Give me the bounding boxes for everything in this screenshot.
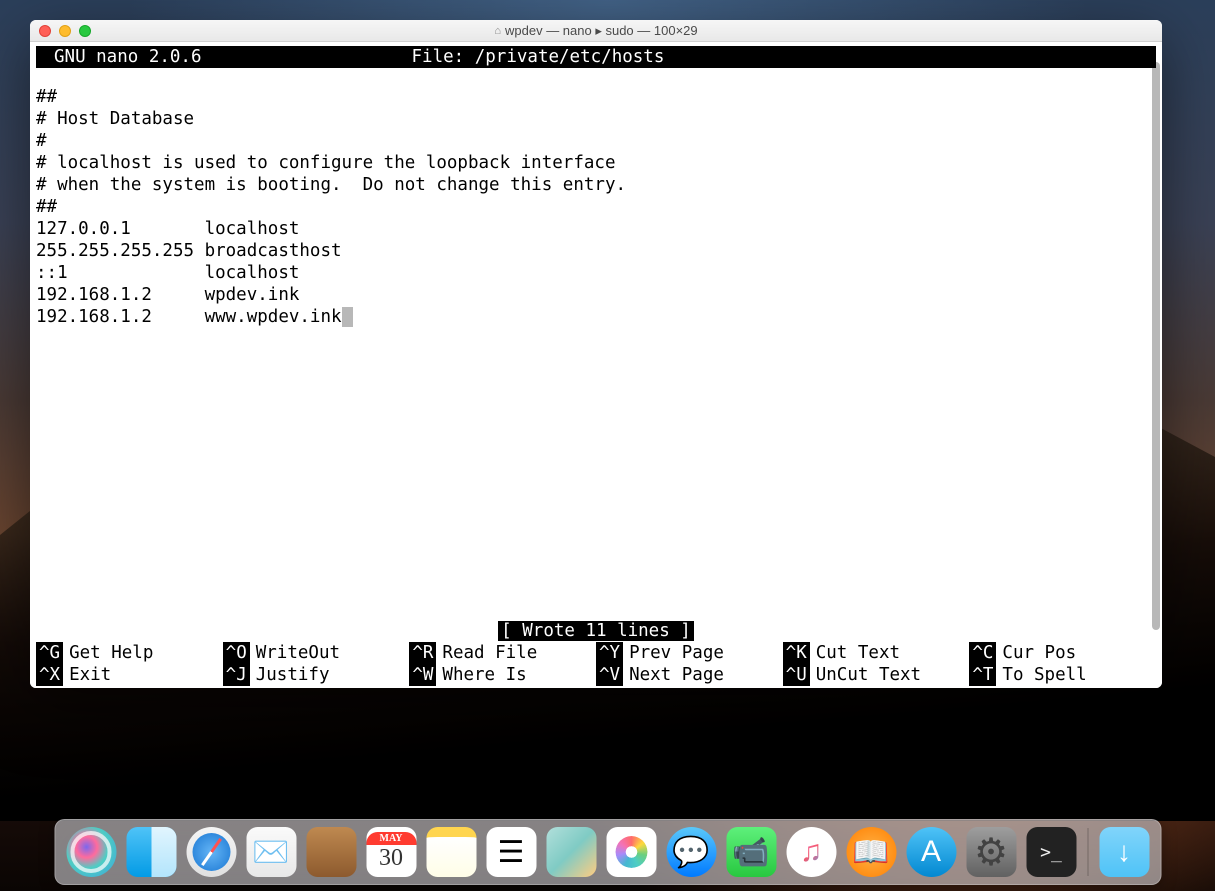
shortcut-uncut-text: ^UUnCut Text [783,664,970,686]
shortcut-where-is: ^WWhere Is [409,664,596,686]
dock-downloads[interactable] [1096,824,1152,880]
shortcut-prev-page: ^YPrev Page [596,642,783,664]
dock-safari[interactable] [183,824,239,880]
text-cursor [342,307,353,327]
window-title-text: wpdev — nano ▸ sudo — 100×29 [505,23,698,39]
shortcut-next-page: ^VNext Page [596,664,783,686]
file-line: ## [36,197,57,217]
nano-shortcuts-row2: ^XExit ^JJustify ^WWhere Is ^VNext Page … [36,664,1156,686]
file-content[interactable]: ## # Host Database # # localhost is used… [36,68,1156,620]
shortcut-exit: ^XExit [36,664,223,686]
dock-photos[interactable] [603,824,659,880]
dock-ibooks[interactable]: 📖 [843,824,899,880]
nano-file-label: File: /private/etc/hosts [202,46,1156,68]
minimize-button[interactable] [59,25,71,37]
dock-separator [1087,828,1088,876]
file-line: # when the system is booting. Do not cha… [36,175,626,195]
window-titlebar[interactable]: ⌂ wpdev — nano ▸ sudo — 100×29 [30,20,1162,42]
shortcut-justify: ^JJustify [223,664,410,686]
dock-terminal[interactable] [1023,824,1079,880]
close-button[interactable] [39,25,51,37]
nano-status-text: [ Wrote 11 lines ] [498,621,694,641]
terminal-content[interactable]: GNU nano 2.0.6 File: /private/etc/hosts … [30,42,1162,688]
file-line: ::1 localhost [36,263,299,283]
shortcut-read-file: ^RRead File [409,642,596,664]
file-line: # localhost is used to configure the loo… [36,153,615,173]
shortcut-to-spell: ^TTo Spell [969,664,1156,686]
file-line: # [36,131,47,151]
nano-status-bar: [ Wrote 11 lines ] [36,620,1156,642]
dock-calendar[interactable]: MAY30 [363,824,419,880]
dock-notes[interactable] [423,824,479,880]
vertical-scrollbar[interactable] [1150,62,1162,630]
scrollbar-thumb[interactable] [1152,62,1160,630]
shortcut-cut-text: ^KCut Text [783,642,970,664]
file-line: 192.168.1.2 www.wpdev.ink [36,307,342,327]
dock-reminders[interactable]: ☰ [483,824,539,880]
file-line: 192.168.1.2 wpdev.ink [36,285,299,305]
window-controls [30,25,91,37]
nano-shortcuts-row1: ^GGet Help ^OWriteOut ^RRead File ^YPrev… [36,642,1156,664]
dock-mail[interactable]: ✉️ [243,824,299,880]
terminal-window: ⌂ wpdev — nano ▸ sudo — 100×29 GNU nano … [30,20,1162,688]
dock-system-preferences[interactable] [963,824,1019,880]
file-line: # Host Database [36,109,194,129]
shortcut-cur-pos: ^CCur Pos [969,642,1156,664]
dock-maps[interactable] [543,824,599,880]
dock-siri[interactable] [63,824,119,880]
shortcut-get-help: ^GGet Help [36,642,223,664]
window-title: ⌂ wpdev — nano ▸ sudo — 100×29 [30,23,1162,39]
file-line: 255.255.255.255 broadcasthost [36,241,342,261]
calendar-month: MAY [366,832,416,845]
nano-app-label: GNU nano 2.0.6 [36,46,202,68]
dock-facetime[interactable]: 📹 [723,824,779,880]
dock-messages[interactable]: 💬 [663,824,719,880]
dock-itunes[interactable] [783,824,839,880]
dock: ✉️ MAY30 ☰ 💬 📹 📖 [54,819,1161,885]
shortcut-writeout: ^OWriteOut [223,642,410,664]
zoom-button[interactable] [79,25,91,37]
calendar-day: 30 [379,845,403,872]
file-line: 127.0.0.1 localhost [36,219,299,239]
dock-contacts[interactable] [303,824,359,880]
dock-appstore[interactable] [903,824,959,880]
dock-finder[interactable] [123,824,179,880]
home-icon: ⌂ [494,25,501,37]
file-line: ## [36,87,57,107]
nano-header: GNU nano 2.0.6 File: /private/etc/hosts [36,46,1156,68]
